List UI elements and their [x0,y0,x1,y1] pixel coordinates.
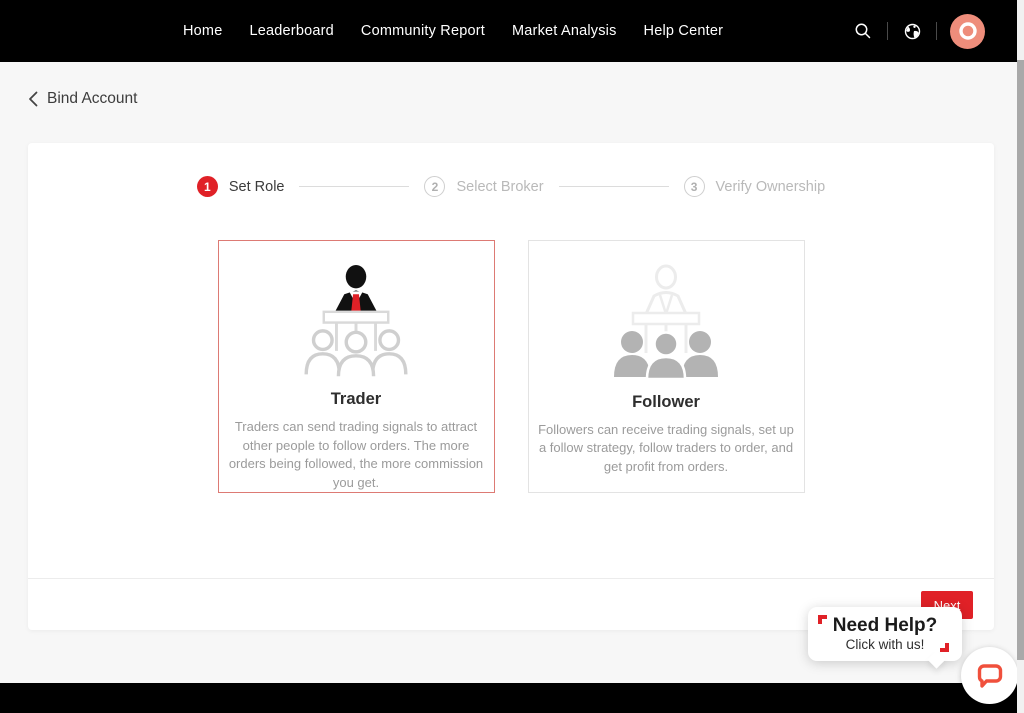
step-label: Set Role [229,179,285,195]
step-select-broker: 2 Select Broker [424,176,543,197]
nav-right-controls [852,0,985,62]
globe-icon[interactable] [901,20,923,42]
nav-divider [936,22,937,40]
scrollbar-track[interactable] [1017,0,1024,713]
help-tooltip[interactable]: Need Help? Click with us! [808,607,962,661]
step-label: Verify Ownership [716,179,826,195]
role-description: Traders can send trading signals to attr… [228,418,484,492]
step-connector [559,186,669,187]
step-number-badge: 1 [197,176,218,197]
chevron-left-icon [28,91,38,107]
scrollbar-thumb[interactable] [1017,60,1024,660]
chat-bubble-icon [975,661,1005,691]
page-title: Bind Account [47,90,137,108]
step-connector [299,186,409,187]
step-label: Select Broker [456,179,543,195]
step-number-badge: 3 [684,176,705,197]
search-icon[interactable] [852,20,874,42]
nav-menu: Home Leaderboard Community Report Market… [183,23,723,39]
role-title: Trader [331,390,381,409]
step-verify-ownership: 3 Verify Ownership [684,176,826,197]
step-number-badge: 2 [424,176,445,197]
bind-account-card: 1 Set Role 2 Select Broker 3 Verify Owne… [28,143,994,630]
role-selection: Trader Traders can send trading signals … [28,240,994,493]
live-chat-button[interactable] [961,647,1018,704]
role-card-follower[interactable]: Follower Followers can receive trading s… [528,240,805,493]
page: Home Leaderboard Community Report Market… [0,0,1024,713]
nav-item-leaderboard[interactable]: Leaderboard [249,23,333,39]
role-card-trader[interactable]: Trader Traders can send trading signals … [218,240,495,493]
help-subtitle: Click with us! [846,637,925,652]
nav-item-help-center[interactable]: Help Center [644,23,724,39]
top-nav: Home Leaderboard Community Report Market… [0,0,1017,62]
step-set-role: 1 Set Role [197,176,285,197]
corner-mark-icon [818,615,827,624]
breadcrumb[interactable]: Bind Account [28,90,137,108]
help-title: Need Help? [833,616,938,636]
nav-item-community-report[interactable]: Community Report [361,23,485,39]
footer-bar [0,683,1017,713]
nav-divider [887,22,888,40]
nav-item-home[interactable]: Home [183,23,222,39]
user-avatar[interactable] [950,14,985,49]
trader-podium-icon [286,263,426,380]
tooltip-tail [927,650,945,668]
role-title: Follower [632,393,700,412]
nav-item-market-analysis[interactable]: Market Analysis [512,23,617,39]
role-description: Followers can receive trading signals, s… [538,421,794,476]
follower-audience-icon [596,263,736,383]
corner-mark-icon [940,643,949,652]
stepper: 1 Set Role 2 Select Broker 3 Verify Owne… [28,176,994,197]
